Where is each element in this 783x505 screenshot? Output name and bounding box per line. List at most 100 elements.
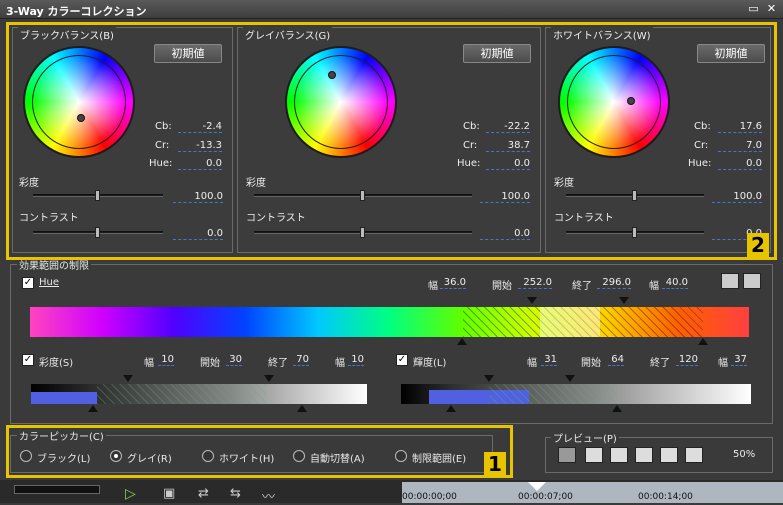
- preview-zoom: 50%: [733, 449, 756, 460]
- saturation-range-bar[interactable]: [31, 384, 367, 404]
- sat-width2-label: 幅: [335, 358, 345, 369]
- range-handle[interactable]: [123, 375, 133, 382]
- lum-width-value[interactable]: 31: [541, 354, 557, 366]
- timeline-ruler[interactable]: 00:00:00;00 00:00:07;00 00:00:14;00: [402, 482, 783, 503]
- contrast-value[interactable]: 0.0: [480, 228, 530, 240]
- luminance-range-bar[interactable]: [401, 384, 751, 404]
- saturation-value[interactable]: 100.0: [173, 191, 223, 203]
- range-handle[interactable]: [565, 375, 575, 382]
- preview-split-left-icon[interactable]: [610, 447, 628, 463]
- cb-value[interactable]: 17.6: [718, 121, 762, 133]
- range-handle[interactable]: [612, 405, 622, 412]
- range-handle[interactable]: [619, 297, 629, 304]
- color-wheel[interactable]: [558, 46, 670, 158]
- wheel-handle[interactable]: [77, 114, 85, 122]
- play-icon[interactable]: ▷: [125, 486, 136, 502]
- cr-value[interactable]: 38.7: [486, 140, 530, 152]
- time-label: 00:00:00;00: [402, 492, 457, 502]
- cb-value[interactable]: -22.2: [486, 121, 530, 133]
- timeline-strip: ▷ ▣ ⇄ ⇆ 〰 00:00:00;00 00:00:07;00 00:00:…: [0, 480, 783, 505]
- saturation-slider[interactable]: [33, 190, 163, 201]
- saturation-value[interactable]: 100.0: [480, 191, 530, 203]
- wheel-handle[interactable]: [627, 97, 635, 105]
- hue-width2-value[interactable]: 40.0: [662, 277, 688, 289]
- color-wheel[interactable]: [285, 46, 397, 158]
- sat-start-value[interactable]: 30: [226, 354, 242, 366]
- saturation-slider[interactable]: [254, 190, 472, 201]
- histogram-icon[interactable]: [743, 273, 761, 289]
- cb-label: Cb:: [155, 121, 172, 132]
- contrast-value[interactable]: 0.0: [173, 228, 223, 240]
- cb-label: Cb:: [463, 121, 480, 132]
- range-handle[interactable]: [297, 405, 307, 412]
- range-handle[interactable]: [527, 297, 537, 304]
- hue-label: Hue:: [457, 158, 481, 169]
- hue-width-value[interactable]: 36.0: [440, 277, 466, 289]
- restore-icon[interactable]: ▭: [747, 3, 760, 15]
- picker-title: カラーピッカー(C): [17, 428, 106, 443]
- waveform-icon[interactable]: 〰: [262, 486, 275, 505]
- preview-split-right-icon[interactable]: [635, 447, 653, 463]
- reset-button[interactable]: 初期値: [154, 44, 222, 63]
- range-handle[interactable]: [484, 375, 494, 382]
- timeline-scrollbar[interactable]: [14, 485, 100, 494]
- sat-width2-value[interactable]: 10: [348, 354, 364, 366]
- sat-start-label: 開始: [200, 358, 220, 369]
- cr-value[interactable]: -13.3: [178, 140, 222, 152]
- hue-value[interactable]: 0.0: [486, 158, 530, 170]
- lum-start-value[interactable]: 64: [608, 354, 624, 366]
- time-label: 00:00:07;00: [518, 492, 573, 502]
- mark-in-icon[interactable]: ▣: [163, 486, 175, 501]
- sat-width-value[interactable]: 10: [158, 354, 174, 366]
- view-mode-icon[interactable]: [721, 273, 739, 289]
- saturation-checkbox[interactable]: ✓: [22, 354, 34, 366]
- loop-icon[interactable]: ⇄: [198, 486, 209, 501]
- contrast-slider[interactable]: [566, 227, 704, 238]
- range-handle[interactable]: [457, 338, 467, 345]
- close-icon[interactable]: ✕: [765, 3, 778, 15]
- hue-value[interactable]: 0.0: [178, 158, 222, 170]
- reset-button[interactable]: 初期値: [697, 44, 765, 63]
- wheel-handle[interactable]: [328, 71, 336, 79]
- playhead-icon[interactable]: [528, 482, 546, 491]
- cr-label: Cr:: [463, 140, 478, 151]
- hue-end-value[interactable]: 296.0: [597, 277, 631, 289]
- range-handle[interactable]: [446, 405, 456, 412]
- cb-value[interactable]: -2.4: [178, 121, 222, 133]
- picker-white-radio[interactable]: [202, 450, 214, 462]
- range-handle[interactable]: [88, 405, 98, 412]
- luminance-checkbox[interactable]: ✓: [396, 354, 408, 366]
- picker-gray-radio[interactable]: [110, 450, 122, 462]
- saturation-label: 彩度: [554, 178, 574, 189]
- sat-width-label: 幅: [144, 358, 154, 369]
- picker-limit-radio[interactable]: [395, 450, 407, 462]
- range-handle[interactable]: [264, 375, 274, 382]
- saturation-value[interactable]: 100.0: [712, 191, 762, 203]
- reset-button[interactable]: 初期値: [463, 44, 531, 63]
- lum-width2-value[interactable]: 37: [731, 354, 747, 366]
- preview-split-top-icon[interactable]: [660, 447, 678, 463]
- preview-split-bottom-icon[interactable]: [685, 447, 703, 463]
- forward-icon[interactable]: ⇆: [230, 486, 241, 501]
- color-wheel[interactable]: [23, 46, 135, 158]
- panel-title: ブラックバランス(B): [18, 27, 116, 42]
- contrast-slider[interactable]: [254, 227, 472, 238]
- picker-auto-radio[interactable]: [293, 450, 305, 462]
- range-handle[interactable]: [698, 338, 708, 345]
- lum-end-value[interactable]: 120: [676, 354, 698, 366]
- picker-black-radio[interactable]: [20, 450, 32, 462]
- contrast-slider[interactable]: [33, 227, 163, 238]
- cr-value[interactable]: 7.0: [718, 140, 762, 152]
- preview-full-icon[interactable]: [585, 447, 603, 463]
- hue-label: Hue:: [149, 158, 173, 169]
- hue-value[interactable]: 0.0: [718, 158, 762, 170]
- saturation-slider[interactable]: [566, 190, 704, 201]
- hue-checkbox[interactable]: ✓: [22, 277, 34, 289]
- hue-range-bar[interactable]: [30, 307, 749, 337]
- picker-auto-label: 自動切替(A): [310, 454, 365, 465]
- hue-start-value[interactable]: 252.0: [518, 277, 552, 289]
- contrast-label: コントラスト: [554, 213, 614, 224]
- eyedropper-icon[interactable]: [558, 447, 576, 463]
- panel-title: グレイバランス(G): [243, 27, 333, 42]
- sat-end-value[interactable]: 70: [293, 354, 309, 366]
